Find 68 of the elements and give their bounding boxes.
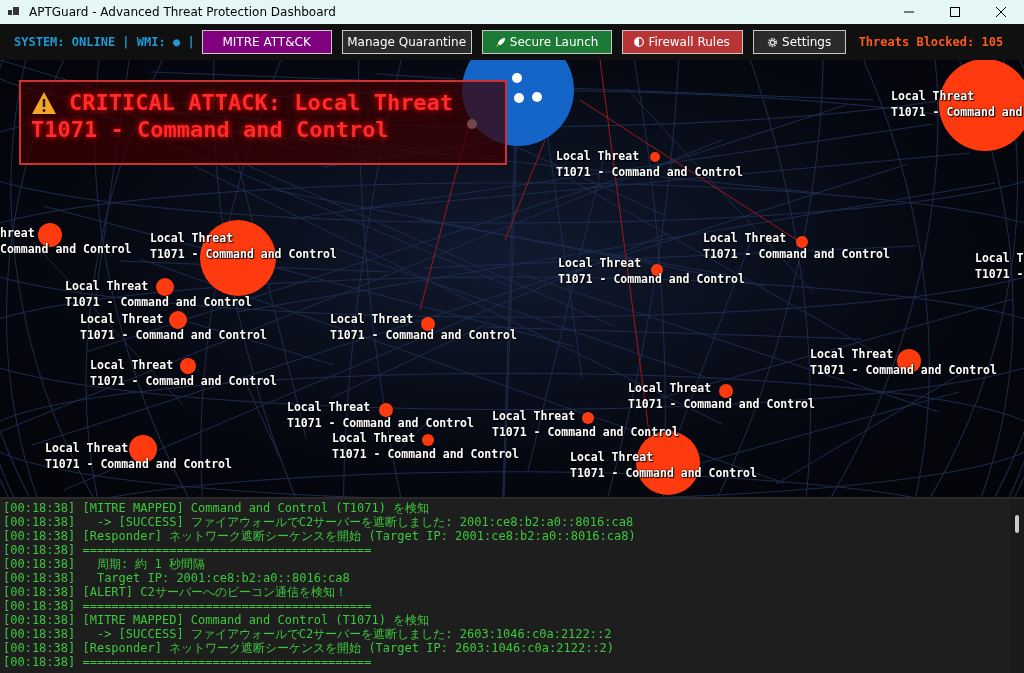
threat-technique: T1071 - Command and Control bbox=[330, 327, 517, 343]
scrollbar-thumb[interactable] bbox=[1015, 515, 1019, 533]
settings-icon bbox=[767, 36, 778, 48]
threat-node[interactable] bbox=[156, 278, 174, 296]
launch-button[interactable]: Secure Launch bbox=[481, 30, 612, 54]
half-circle-icon bbox=[634, 37, 645, 47]
threat-technique: T1071 - Command and Control bbox=[492, 424, 679, 440]
threat-name: Local T bbox=[975, 250, 1024, 266]
mitre-button[interactable]: MITRE ATT&CK bbox=[201, 30, 332, 54]
log-line: [00:18:38] [ALERT] C2サーバーへのビーコン通信を検知！ bbox=[3, 585, 347, 599]
threat-technique: T1071 - Command and Control bbox=[45, 456, 232, 472]
threat-name: Local Threat bbox=[80, 311, 164, 327]
threat-name: Local Threat bbox=[45, 440, 129, 456]
log-line: [00:18:38] Target IP: 2001:ce8:b2:a0::8016:ca8 bbox=[3, 571, 350, 585]
threat-name: Local Threat bbox=[65, 278, 149, 294]
threat-name: Local Threat bbox=[332, 430, 416, 446]
alert-title: CRITICAL ATTACK: Local Threat bbox=[69, 90, 454, 115]
threat-technique: T1071 - Command and Control bbox=[90, 373, 277, 389]
alert-technique: T1071 - Command and Control bbox=[31, 117, 390, 142]
threat-node[interactable] bbox=[650, 152, 660, 162]
log-line: [00:18:38] ======================================== bbox=[3, 655, 372, 669]
threats-blocked-counter: Threats Blocked: 105 bbox=[858, 35, 1004, 49]
system-status: SYSTEM: ONLINE | WMI: ● | bbox=[14, 35, 195, 49]
threat-name: hreat bbox=[0, 225, 35, 241]
app-icon bbox=[8, 6, 20, 18]
warning-icon bbox=[31, 90, 57, 115]
log-line: [00:18:38] ======================================== bbox=[3, 543, 372, 557]
threat-node[interactable] bbox=[379, 403, 393, 417]
threat-technique: T1071 - bbox=[975, 266, 1024, 282]
threat-node[interactable] bbox=[180, 358, 196, 374]
threat-technique: T1071 - Command and Control bbox=[287, 415, 474, 431]
threat-name: Local Threat bbox=[703, 230, 787, 246]
threat-technique: T1071 - Command and Control bbox=[80, 327, 267, 343]
log-line: [00:18:38] [Responder] ネットワーク遮断シーケンスを開始 (Target IP: 2603:1046:c0a:2122::2) bbox=[3, 641, 615, 655]
threat-name: Local Threat bbox=[90, 357, 174, 373]
threat-technique: T1071 - Command and Control bbox=[332, 446, 519, 462]
threat-technique: T1071 - Command and Control bbox=[556, 164, 743, 180]
log-line: [00:18:38] ======================================== bbox=[3, 599, 372, 613]
threat-node[interactable] bbox=[422, 434, 434, 446]
log-line: [00:18:38] -> [SUCCESS] ファイアウォールでC2サーバーを遮断しました: 2603:1046:c0a:2122::2 bbox=[3, 627, 612, 641]
threat-node[interactable] bbox=[796, 236, 808, 248]
threat-name: Local Threat bbox=[810, 346, 894, 362]
threat-technique: T1071 - Command and bbox=[891, 104, 1023, 120]
log-line: [00:18:38] [Responder] ネットワーク遮断シーケンスを開始 (Target IP: 2001:ce8:b2:a0::8016:ca8) bbox=[3, 529, 636, 543]
threat-technique: T1071 - Command and Control bbox=[558, 271, 745, 287]
log-line: [00:18:38] [MITRE MAPPED] Command and Control (T1071) を検知 bbox=[3, 613, 430, 627]
threat-technique: T1071 - Command and Control bbox=[65, 294, 252, 310]
threat-node[interactable] bbox=[421, 317, 435, 331]
threat-technique: Command and Control bbox=[0, 241, 132, 257]
settings-button[interactable]: Settings bbox=[752, 30, 846, 54]
threat-node[interactable] bbox=[169, 311, 187, 329]
log-line: [00:18:38] 周期: 約 1 秒間隔 bbox=[3, 557, 206, 571]
threat-node[interactable] bbox=[582, 412, 594, 424]
window-title: APTGuard - Advanced Threat Protection Dashboard bbox=[29, 5, 336, 19]
threat-name: Local Threat bbox=[558, 255, 642, 271]
threat-technique: T1071 - Command and Control bbox=[810, 362, 997, 378]
threat-name: Local Threat bbox=[556, 148, 640, 164]
threat-technique: T1071 - Command and Control bbox=[703, 246, 890, 262]
quarantine-button[interactable]: Manage Quarantine bbox=[341, 30, 472, 54]
firewall-button[interactable]: Firewall Rules bbox=[621, 30, 743, 54]
threat-technique: T1071 - Command and Control bbox=[628, 396, 815, 412]
log-line: [00:18:38] [MITRE MAPPED] Command and Control (T1071) を検知 bbox=[3, 501, 430, 515]
threat-name: Local Threat bbox=[492, 408, 576, 424]
threat-name: Local Threat bbox=[628, 380, 712, 396]
threat-name: Local Threat bbox=[287, 399, 371, 415]
log-line: [00:18:38] -> [SUCCESS] ファイアウォールでC2サーバーを遮断しました: 2001:ce8:b2:a0::8016:ca8 bbox=[3, 515, 634, 529]
threat-node[interactable] bbox=[719, 384, 733, 398]
threat-name: Local Threat bbox=[330, 311, 414, 327]
